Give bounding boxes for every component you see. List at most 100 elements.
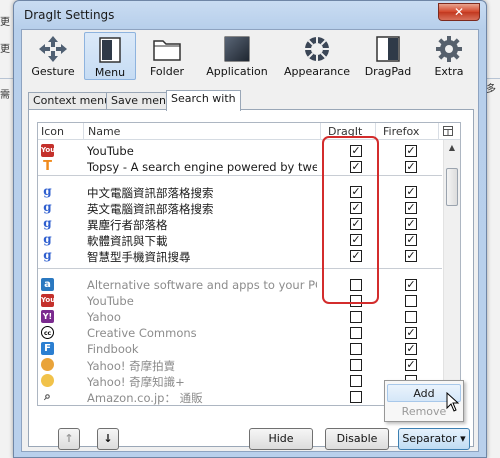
column-firefox[interactable]: Firefox [383, 125, 419, 138]
column-divider [320, 123, 321, 140]
youtube-icon: You [41, 294, 55, 307]
firefox-checkbox[interactable]: ✓ [405, 161, 417, 173]
move-down-button[interactable]: ↓ [97, 428, 119, 450]
list-item[interactable]: You YouTube [38, 293, 442, 309]
list-item[interactable]: ⌕ Amazon.co.jp： 通販 [38, 389, 442, 405]
item-name: Creative Commons [87, 326, 197, 340]
list-item[interactable]: Yahoo! 奇摩拍賣 ✓ [38, 357, 442, 373]
toolbar-label: Menu [94, 66, 126, 79]
folder-icon [153, 40, 181, 61]
close-button[interactable]: ✕ [438, 3, 480, 21]
firefox-checkbox[interactable]: ✓ [405, 186, 417, 198]
dragit-checkbox[interactable] [350, 327, 362, 339]
toolbar-label: Gesture [31, 65, 75, 78]
toolbar-label: Appearance [283, 65, 351, 78]
yahoo-icon: Y! [41, 310, 54, 323]
toolbar-folder[interactable]: Folder [140, 32, 194, 80]
arrow-up-icon: ↑ [64, 432, 74, 445]
list-separator[interactable] [38, 268, 442, 269]
firefox-checkbox[interactable] [405, 311, 417, 323]
dragit-checkbox[interactable] [350, 375, 362, 387]
google-icon: g [43, 232, 52, 246]
firefox-checkbox[interactable]: ✓ [405, 343, 417, 355]
column-divider [438, 123, 439, 140]
dragit-checkbox[interactable] [350, 359, 362, 371]
list-item[interactable]: g 軟體資訊與下載 ✓ ✓ [38, 232, 442, 248]
list-item[interactable]: g 智慧型手機資訊搜尋 ✓ ✓ [38, 248, 442, 264]
list-item[interactable]: a Alternative software and apps to your P… [38, 277, 442, 293]
dragit-column-highlight [322, 136, 379, 304]
dragit-checkbox[interactable] [350, 391, 362, 403]
findbook-icon: F [41, 342, 54, 355]
list-item[interactable]: g 異塵行者部落格 ✓ ✓ [38, 216, 442, 232]
dragit-checkbox[interactable] [350, 311, 362, 323]
magnifier-icon: ⌕ [44, 389, 51, 403]
item-name: YouTube [87, 144, 134, 158]
item-name: Amazon.co.jp： 通販 [87, 391, 203, 405]
topsy-icon: T [43, 159, 52, 174]
gear-icon [436, 36, 462, 62]
list-item[interactable]: F Findbook ✓ [38, 341, 442, 357]
firefox-checkbox[interactable]: ✓ [405, 279, 417, 291]
scroll-up-arrow[interactable]: ▲ [444, 140, 460, 156]
item-name: 中文電腦資訊部落格搜索 [87, 186, 214, 200]
firefox-checkbox[interactable]: ✓ [405, 145, 417, 157]
separator-button[interactable]: Separator ▾ [398, 428, 470, 450]
item-name: Alternative software and apps to your PC… [87, 278, 317, 292]
item-name: 軟體資訊與下載 [87, 234, 168, 248]
yahoo-auction-icon [41, 358, 54, 371]
list-item[interactable]: g 英文電腦資訊部落格搜索 ✓ ✓ [38, 200, 442, 216]
scrollbar-thumb[interactable] [446, 168, 458, 206]
list-item[interactable]: cc Creative Commons ✓ [38, 325, 442, 341]
list-item[interactable]: T Topsy - A search engine powered by twee… [38, 159, 442, 175]
toolbar-gesture[interactable]: Gesture [26, 32, 80, 80]
window-title: DragIt Settings [24, 8, 115, 22]
firefox-checkbox[interactable]: ✓ [405, 202, 417, 214]
google-icon: g [43, 248, 52, 262]
firefox-checkbox[interactable]: ✓ [405, 327, 417, 339]
firefox-checkbox[interactable] [405, 295, 417, 307]
mouse-cursor-icon [446, 392, 460, 412]
toolbar-dragpad[interactable]: DragPad [358, 32, 418, 80]
firefox-checkbox[interactable]: ✓ [405, 218, 417, 230]
list-item[interactable]: You YouTube ✓ ✓ [38, 143, 442, 159]
item-name: Yahoo! 奇摩拍賣 [87, 359, 176, 373]
column-name[interactable]: Name [88, 125, 120, 138]
list-item[interactable]: Yahoo! 奇摩知識+ [38, 373, 442, 389]
toolbar-menu[interactable]: Menu [84, 32, 136, 80]
title-bar[interactable]: DragIt Settings ✕ [14, 1, 486, 29]
move-up-button[interactable]: ↑ [58, 428, 80, 450]
appearance-wheel-icon [305, 37, 329, 61]
tab-search-with[interactable]: Search with [166, 90, 241, 111]
firefox-checkbox[interactable]: ✓ [405, 234, 417, 246]
toolbar-application[interactable]: Application [198, 32, 276, 80]
firefox-checkbox[interactable]: ✓ [405, 250, 417, 262]
item-name: YouTube [87, 294, 134, 308]
hide-button[interactable]: Hide [249, 428, 313, 450]
column-icon[interactable]: Icon [41, 125, 64, 138]
toolbar-extra[interactable]: Extra [424, 32, 474, 80]
youtube-icon: You [41, 144, 55, 157]
disable-button[interactable]: Disable [325, 428, 389, 450]
column-picker-icon[interactable] [443, 126, 453, 136]
tab-context-menu[interactable]: Context menu [28, 92, 117, 110]
list-item[interactable]: g 中文電腦資訊部落格搜索 ✓ ✓ [38, 184, 442, 200]
search-engine-list[interactable]: Icon Name DragIt Firefox You YouTube ✓ ✓ T To… [37, 122, 461, 406]
list-separator[interactable] [38, 175, 442, 176]
list-scrollbar[interactable]: ▲ ▼ [443, 140, 460, 405]
yahoo-answers-icon [41, 374, 54, 387]
dragit-checkbox[interactable] [350, 343, 362, 355]
list-header: Icon Name DragIt Firefox [38, 123, 460, 140]
toolbar-appearance[interactable]: Appearance [280, 32, 354, 80]
item-name: Yahoo! 奇摩知識+ [87, 375, 185, 389]
arrow-down-icon: ↓ [103, 432, 113, 445]
firefox-checkbox[interactable]: ✓ [405, 359, 417, 371]
category-toolbar: Gesture Menu Folder Application Appearan… [22, 30, 478, 82]
toolbar-label: DragPad [364, 65, 412, 78]
item-name: Yahoo [87, 310, 121, 324]
toolbar-label: Extra [434, 65, 464, 78]
google-icon: g [43, 216, 52, 230]
item-name: 異塵行者部落格 [87, 218, 168, 232]
dragpad-icon [376, 36, 400, 62]
list-item[interactable]: Y! Yahoo [38, 309, 442, 325]
